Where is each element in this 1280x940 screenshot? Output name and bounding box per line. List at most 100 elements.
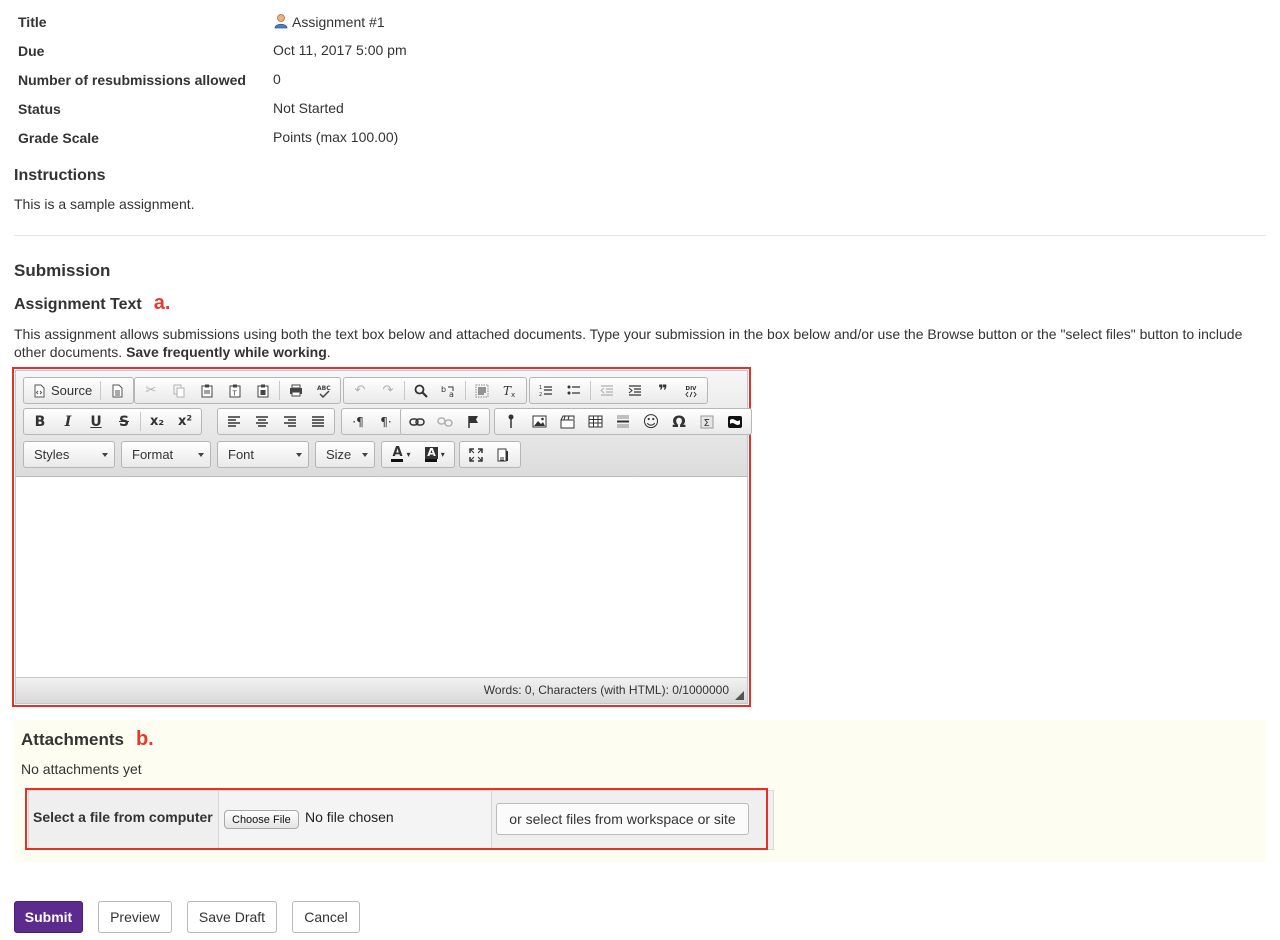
svg-text:a: a bbox=[449, 390, 454, 398]
scissors-icon: ✂ bbox=[145, 383, 157, 398]
detail-value-title: Assignment #1 bbox=[273, 13, 385, 30]
align-right-button[interactable] bbox=[276, 410, 304, 433]
paste-text-button[interactable]: T bbox=[221, 379, 249, 402]
detail-label-grade-scale: Grade Scale bbox=[18, 130, 99, 146]
special-char-button[interactable]: Ω bbox=[665, 410, 693, 433]
underline-button[interactable]: U bbox=[82, 410, 110, 433]
superscript-button[interactable]: x² bbox=[171, 410, 199, 433]
table-button[interactable] bbox=[581, 410, 609, 433]
svg-text:b: b bbox=[441, 385, 446, 394]
detail-label-status: Status bbox=[18, 101, 61, 117]
save-draft-button[interactable]: Save Draft bbox=[187, 901, 277, 933]
paste-button[interactable] bbox=[193, 379, 221, 402]
spellcheck-button[interactable]: ABC bbox=[310, 379, 338, 402]
embed-media-button[interactable] bbox=[553, 410, 581, 433]
smiley-button[interactable]: ☺ bbox=[637, 410, 665, 433]
annotation-marker-a: a. bbox=[153, 292, 171, 314]
italic-button[interactable]: I bbox=[54, 410, 82, 433]
detail-value-status: Not Started bbox=[273, 100, 344, 116]
unlink-button[interactable] bbox=[431, 410, 459, 433]
annotation-box-attachments bbox=[25, 788, 768, 850]
flash-icon bbox=[728, 415, 742, 428]
select-all-button[interactable] bbox=[468, 379, 496, 402]
svg-text:Σ: Σ bbox=[704, 418, 710, 429]
show-blocks-icon bbox=[497, 448, 508, 461]
assignment-text-heading: Assignment Text bbox=[14, 296, 142, 313]
align-center-button[interactable] bbox=[248, 410, 276, 433]
print-button[interactable] bbox=[282, 379, 310, 402]
detail-value-resubmissions: 0 bbox=[273, 71, 281, 87]
toolbar-group-links bbox=[400, 408, 490, 435]
submit-button[interactable]: Submit bbox=[14, 901, 83, 933]
create-div-button[interactable]: DIV bbox=[677, 379, 705, 402]
font-label: Font bbox=[228, 447, 255, 462]
find-button[interactable] bbox=[407, 379, 435, 402]
background-color-button[interactable]: A ▾ bbox=[418, 443, 452, 466]
copy-button[interactable] bbox=[165, 379, 193, 402]
undo-button[interactable]: ↶ bbox=[346, 379, 374, 402]
text-direction-rtl-button[interactable]: ¶· bbox=[372, 410, 400, 433]
select-all-icon bbox=[475, 384, 489, 397]
cut-button[interactable]: ✂ bbox=[137, 379, 165, 402]
horizontal-rule-button[interactable] bbox=[609, 410, 637, 433]
toolbar-separator bbox=[279, 381, 280, 400]
replace-button[interactable]: ba bbox=[435, 379, 463, 402]
justify-button[interactable] bbox=[304, 410, 332, 433]
source-button[interactable]: Source bbox=[26, 379, 98, 402]
text-color-icon: A bbox=[391, 445, 404, 462]
outdent-button[interactable] bbox=[593, 379, 621, 402]
flash-button[interactable] bbox=[721, 410, 749, 433]
editor-text-area[interactable] bbox=[16, 478, 747, 678]
paste-word-button[interactable] bbox=[249, 379, 277, 402]
align-left-icon bbox=[228, 415, 240, 427]
cancel-button[interactable]: Cancel bbox=[292, 901, 360, 933]
detail-label-resubmissions: Number of resubmissions allowed bbox=[18, 72, 246, 88]
text-color-button[interactable]: A ▾ bbox=[384, 443, 418, 466]
templates-button[interactable] bbox=[103, 379, 131, 402]
font-dropdown[interactable]: Font bbox=[217, 441, 309, 468]
smiley-icon: ☺ bbox=[642, 412, 660, 431]
justify-icon bbox=[312, 415, 324, 427]
image-button[interactable] bbox=[525, 410, 553, 433]
bulleted-list-button[interactable] bbox=[560, 379, 588, 402]
bold-button[interactable]: B bbox=[26, 410, 54, 433]
toolbar-separator bbox=[140, 412, 141, 431]
resize-handle[interactable] bbox=[735, 691, 744, 700]
toolbar-group-alignment bbox=[217, 408, 335, 435]
anchor-button[interactable] bbox=[459, 410, 487, 433]
remove-format-button[interactable]: Tx bbox=[496, 379, 524, 402]
redo-button[interactable]: ↷ bbox=[374, 379, 402, 402]
italic-icon: I bbox=[64, 413, 72, 430]
user-icon bbox=[274, 14, 288, 29]
toolbar-separator bbox=[404, 381, 405, 400]
maximize-button[interactable] bbox=[462, 443, 490, 466]
format-dropdown[interactable]: Format bbox=[121, 441, 211, 468]
sigma-icon: Σ bbox=[700, 415, 714, 429]
size-dropdown[interactable]: Size bbox=[315, 441, 375, 468]
link-icon bbox=[409, 417, 425, 426]
math-button[interactable]: Σ bbox=[693, 410, 721, 433]
strikethrough-button[interactable]: S bbox=[110, 410, 138, 433]
link-button[interactable] bbox=[403, 410, 431, 433]
styles-label: Styles bbox=[34, 447, 70, 462]
align-center-icon bbox=[256, 415, 268, 427]
svg-text:1: 1 bbox=[539, 385, 542, 391]
copy-icon bbox=[173, 384, 184, 397]
background-color-icon: A bbox=[425, 447, 438, 462]
insert-pin-button[interactable] bbox=[497, 410, 525, 433]
document-icon bbox=[112, 384, 123, 397]
svg-text:ABC: ABC bbox=[317, 385, 331, 392]
numbered-list-button[interactable]: 12 bbox=[532, 379, 560, 402]
styles-dropdown[interactable]: Styles bbox=[23, 441, 115, 468]
source-label: Source bbox=[51, 383, 93, 398]
table-icon bbox=[588, 415, 602, 428]
show-blocks-button[interactable] bbox=[490, 443, 518, 466]
align-left-button[interactable] bbox=[220, 410, 248, 433]
indent-button[interactable] bbox=[621, 379, 649, 402]
blockquote-button[interactable]: ❞ bbox=[649, 379, 677, 402]
svg-text:T: T bbox=[231, 389, 237, 397]
text-direction-ltr-button[interactable]: ·¶ bbox=[344, 410, 372, 433]
subscript-button[interactable]: x₂ bbox=[143, 410, 171, 433]
word-count: Words: 0, Characters (with HTML): 0/1000… bbox=[483, 683, 729, 697]
preview-button[interactable]: Preview bbox=[98, 901, 172, 933]
